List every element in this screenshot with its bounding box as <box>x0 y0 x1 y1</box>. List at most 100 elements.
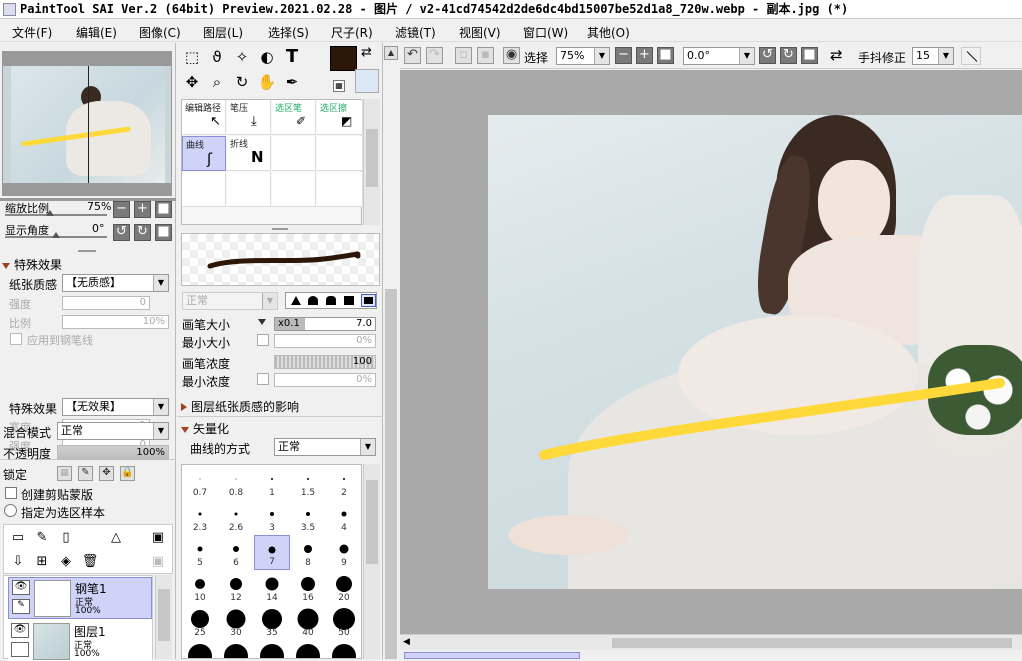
yellow-pen-stroke[interactable] <box>488 115 1022 589</box>
brush-size-cell[interactable]: 0.8 <box>218 465 254 500</box>
min-size-slider[interactable]: 0% <box>274 334 376 348</box>
brush-size-cell[interactable]: 25 <box>182 605 218 640</box>
eyedropper-icon[interactable]: ✒ <box>281 71 303 93</box>
panel-splitter[interactable] <box>78 250 96 252</box>
rect-select-icon[interactable]: ⬚ <box>181 46 203 68</box>
blend-mode-select[interactable]: 正常 ▼ <box>57 422 169 440</box>
lock-paint-icon[interactable]: ✎ <box>78 466 93 481</box>
min-density-checkbox[interactable] <box>257 373 269 385</box>
zoom-icon[interactable]: ⌕ <box>206 71 228 93</box>
min-size-checkbox[interactable] <box>257 334 269 346</box>
tool-select-pen[interactable]: 选区笔 ✐ <box>272 100 316 135</box>
tool-grid-scrollbar[interactable] <box>363 99 380 225</box>
zoom-out-button[interactable]: − <box>113 201 130 218</box>
tool-polyline[interactable]: 折线 N <box>227 136 271 171</box>
brush-size-cell[interactable]: 7 <box>254 535 290 570</box>
brush-size-cell[interactable]: 20 <box>326 570 361 605</box>
layer-mask-icon[interactable]: ▣ <box>147 527 169 549</box>
brush-size-slider[interactable]: x0.1 7.0 <box>274 317 376 331</box>
lock-transparency-icon[interactable]: ▦ <box>57 466 72 481</box>
toolbar-rotate-reset-button[interactable]: ■ <box>801 47 818 64</box>
zoom-slider-thumb[interactable] <box>46 210 54 216</box>
tool-curve[interactable]: 曲线 ʃ <box>182 136 226 171</box>
toolbar-zoom-in-button[interactable]: + <box>636 47 653 64</box>
clipping-mask-checkbox[interactable] <box>5 487 17 499</box>
primary-color-swatch[interactable] <box>330 46 357 71</box>
layer-item-pen1[interactable]: 👁 ✎ 钢笔1 正常 100% <box>8 577 152 619</box>
lock-all-icon[interactable]: 🔒 <box>120 466 135 481</box>
brush-size-cell[interactable]: 1.5 <box>290 465 326 500</box>
opacity-slider[interactable]: 100% <box>57 445 169 460</box>
brush-size-cell[interactable] <box>218 640 254 658</box>
menu-filter[interactable]: 滤镜(T) <box>395 24 436 41</box>
paper-strength-slider[interactable]: 0 <box>62 296 150 310</box>
brush-size-cell[interactable]: 1 <box>254 465 290 500</box>
zoom-reset-button[interactable]: ■ <box>155 201 172 218</box>
select-pen-icon[interactable]: ◐ <box>256 46 278 68</box>
eye-icon[interactable]: 👁 <box>11 623 29 638</box>
rotate-reset-button[interactable]: ■ <box>155 224 172 241</box>
brush-size-cell[interactable]: 5 <box>182 535 218 570</box>
tip-triangle-icon[interactable] <box>291 296 301 305</box>
brush-size-cell[interactable]: 30 <box>218 605 254 640</box>
brush-size-cell[interactable]: 2.3 <box>182 500 218 535</box>
navigator-preview[interactable] <box>2 51 172 196</box>
hscroll-thumb[interactable] <box>612 638 1012 648</box>
size-multiplier-dropdown-icon[interactable] <box>258 319 266 325</box>
tip-square-icon[interactable] <box>344 296 354 305</box>
effects-section-header[interactable]: 特殊效果 <box>2 256 62 273</box>
effect-layer-icon[interactable]: △ <box>105 527 127 549</box>
brush-size-cell[interactable]: 3.5 <box>290 500 326 535</box>
canvas-image[interactable] <box>488 115 1022 589</box>
magic-wand-icon[interactable]: ✧ <box>231 46 253 68</box>
paper-scale-slider[interactable]: 10% <box>62 315 169 329</box>
menu-window[interactable]: 窗口(W) <box>523 24 568 41</box>
canvas-hscrollbar[interactable]: ◀ <box>400 634 1022 650</box>
new-folder-icon[interactable]: ▯ <box>55 527 77 549</box>
toolbar-rotate-left-button[interactable]: ↺ <box>759 47 776 64</box>
eye-icon[interactable]: ◉ <box>503 47 520 64</box>
brush-size-cell[interactable]: 0.7 <box>182 465 218 500</box>
lasso-icon[interactable]: ϑ <box>206 46 228 68</box>
menu-ruler[interactable]: 尺子(R) <box>331 24 373 41</box>
straight-line-icon[interactable] <box>961 47 981 65</box>
brush-tip-shapes[interactable] <box>285 292 377 309</box>
menu-image[interactable]: 图像(C) <box>139 24 181 41</box>
brush-size-cell[interactable]: 3 <box>254 500 290 535</box>
tip-round-icon[interactable] <box>308 296 318 305</box>
menu-edit[interactable]: 编辑(E) <box>76 24 117 41</box>
swap-colors-icon[interactable]: ⇄ <box>361 45 372 60</box>
tool-edit-path[interactable]: 编辑路径 ↖ <box>182 100 226 135</box>
brush-size-cell[interactable]: 2.6 <box>218 500 254 535</box>
panel-scrollbar-thumb[interactable] <box>385 289 397 659</box>
paper-effect-section[interactable]: 图层纸张质感的影响 <box>181 398 299 415</box>
brush-size-cell[interactable] <box>290 640 326 658</box>
angle-slider-thumb[interactable] <box>52 232 60 238</box>
panel-splitter[interactable] <box>272 228 288 230</box>
move-icon[interactable]: ✥ <box>181 71 203 93</box>
apply-pen-checkbox[interactable] <box>10 333 22 345</box>
deselect-icon[interactable]: ▫ <box>455 47 472 64</box>
layer-item-layer1[interactable]: 👁 图层1 正常 100% <box>8 621 152 661</box>
brush-size-cell[interactable]: 12 <box>218 570 254 605</box>
min-density-slider[interactable]: 0% <box>274 373 376 387</box>
zoom-select[interactable]: 75% ▼ <box>556 47 610 65</box>
brush-size-scrollbar[interactable] <box>363 464 380 659</box>
new-pen-layer-icon[interactable]: ✎ <box>31 527 53 549</box>
transparent-color-icon[interactable]: ▦ <box>333 80 345 92</box>
menu-file[interactable]: 文件(F) <box>12 24 52 41</box>
zoom-in-button[interactable]: + <box>134 201 151 218</box>
brush-size-cell[interactable] <box>326 640 361 658</box>
redo-icon[interactable]: ↷ <box>426 47 443 64</box>
brush-size-cell[interactable]: 6 <box>218 535 254 570</box>
brush-density-slider[interactable]: 100 <box>274 355 376 369</box>
toolbar-zoom-out-button[interactable]: − <box>615 47 632 64</box>
brush-size-cell[interactable]: 10 <box>182 570 218 605</box>
document-tab[interactable] <box>404 652 580 659</box>
brush-size-cell[interactable] <box>182 640 218 658</box>
tool-pressure[interactable]: 笔压 ⤓ <box>227 100 271 135</box>
tip-dome-icon[interactable] <box>326 296 336 305</box>
rotate-icon[interactable]: ↻ <box>231 71 253 93</box>
toolbar-rotate-right-button[interactable]: ↻ <box>780 47 797 64</box>
invert-select-icon[interactable]: ▪ <box>477 47 494 64</box>
